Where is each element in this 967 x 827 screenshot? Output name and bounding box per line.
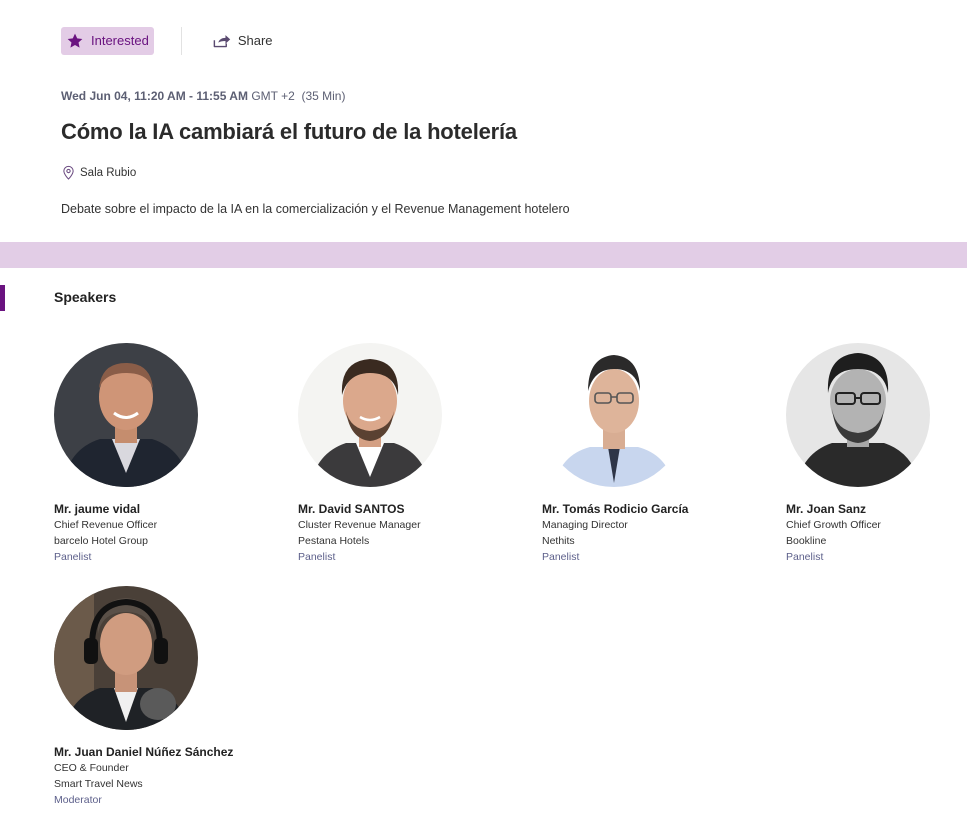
speaker-title: Chief Growth Officer <box>786 519 881 531</box>
speaker-avatar[interactable] <box>54 343 198 487</box>
speaker-role: Moderator <box>54 794 102 806</box>
action-divider <box>180 26 182 55</box>
speaker-card[interactable]: Mr. Juan Daniel Núñez Sánchez CEO & Foun… <box>54 586 284 807</box>
session-duration: (35 Min) <box>301 89 346 103</box>
speaker-role: Panelist <box>542 551 580 563</box>
star-icon <box>66 32 84 50</box>
speaker-company: barcelo Hotel Group <box>54 535 148 547</box>
speaker-title: Managing Director <box>542 519 628 531</box>
speaker-avatar[interactable] <box>54 586 198 730</box>
speaker-role: Panelist <box>786 551 824 563</box>
speaker-title: Cluster Revenue Manager <box>298 519 421 531</box>
speaker-name[interactable]: Mr. Juan Daniel Núñez Sánchez <box>54 745 284 759</box>
session-timezone: GMT +2 <box>251 89 295 103</box>
speaker-role: Panelist <box>298 551 336 563</box>
speaker-role: Panelist <box>54 551 92 563</box>
session-actions: Interested Share <box>61 26 273 55</box>
speaker-company: Pestana Hotels <box>298 535 370 547</box>
speakers-heading: Speakers <box>54 289 117 305</box>
section-band <box>0 242 967 268</box>
session-location: Sala Rubio <box>62 165 136 180</box>
share-label: Share <box>237 33 273 48</box>
speaker-card[interactable]: Mr. jaume vidal Chief Revenue Officer ba… <box>54 343 284 564</box>
speaker-company: Bookline <box>786 535 827 547</box>
speaker-company: Nethits <box>542 535 575 547</box>
speaker-company: Smart Travel News <box>54 778 143 790</box>
speaker-card[interactable]: Mr. Joan Sanz Chief Growth Officer Bookl… <box>786 343 967 564</box>
speakers-section-marker <box>0 285 5 311</box>
location-label: Sala Rubio <box>80 166 137 179</box>
speaker-avatar[interactable] <box>542 343 686 487</box>
speaker-title: CEO & Founder <box>54 762 129 774</box>
speaker-card[interactable]: Mr. David SANTOS Cluster Revenue Manager… <box>298 343 528 564</box>
session-description: Debate sobre el impacto de la IA en la c… <box>61 202 570 216</box>
session-datetime: Wed Jun 04, 11:20 AM - 11:55 AM GMT +2 (… <box>61 89 345 103</box>
speaker-name[interactable]: Mr. Joan Sanz <box>786 502 967 516</box>
speaker-name[interactable]: Mr. jaume vidal <box>54 502 284 516</box>
session-date-range: Wed Jun 04, 11:20 AM - 11:55 AM <box>61 89 248 103</box>
speaker-name[interactable]: Mr. Tomás Rodicio García <box>542 502 772 516</box>
speaker-name[interactable]: Mr. David SANTOS <box>298 502 528 516</box>
share-icon <box>212 33 231 49</box>
session-title: Cómo la IA cambiará el futuro de la hote… <box>61 119 517 144</box>
interested-label: Interested <box>91 33 149 48</box>
speaker-title: Chief Revenue Officer <box>54 519 158 531</box>
interested-button[interactable]: Interested <box>61 26 154 55</box>
speaker-avatar[interactable] <box>786 343 930 487</box>
share-button[interactable]: Share <box>212 33 273 49</box>
speaker-card[interactable]: Mr. Tomás Rodicio García Managing Direct… <box>542 343 772 564</box>
location-pin-icon <box>62 165 75 180</box>
speaker-avatar[interactable] <box>298 343 442 487</box>
